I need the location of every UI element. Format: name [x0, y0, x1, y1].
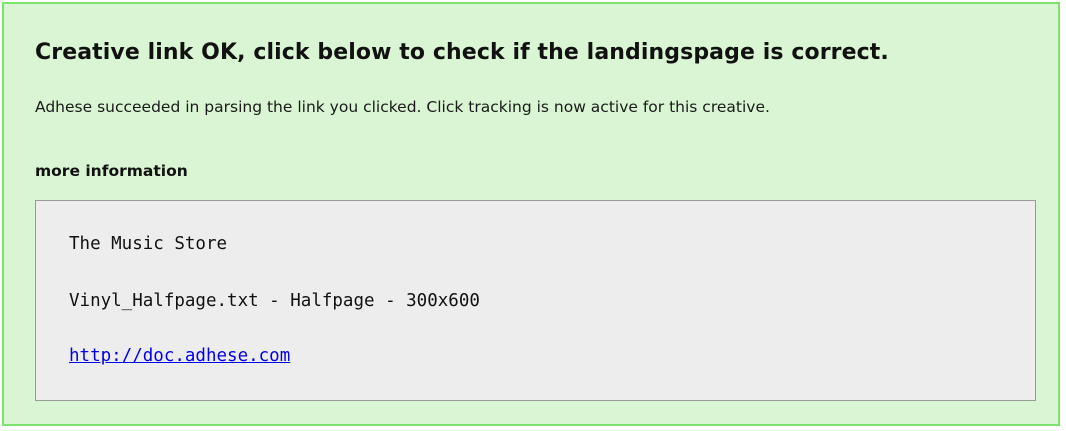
landing-page-line: http://doc.adhese.com: [69, 346, 290, 366]
creative-info-box: The Music Store Vinyl_Halfpage.txt - Hal…: [35, 200, 1036, 401]
success-message-panel: Creative link OK, click below to check i…: [2, 2, 1060, 426]
advertiser-name: The Music Store: [69, 234, 228, 254]
landing-page-link[interactable]: http://doc.adhese.com: [69, 346, 290, 366]
message-title: Creative link OK, click below to check i…: [35, 40, 889, 65]
more-information-heading: more information: [35, 162, 188, 180]
message-description: Adhese succeeded in parsing the link you…: [35, 98, 770, 116]
creative-details: Vinyl_Halfpage.txt - Halfpage - 300x600: [69, 291, 480, 311]
